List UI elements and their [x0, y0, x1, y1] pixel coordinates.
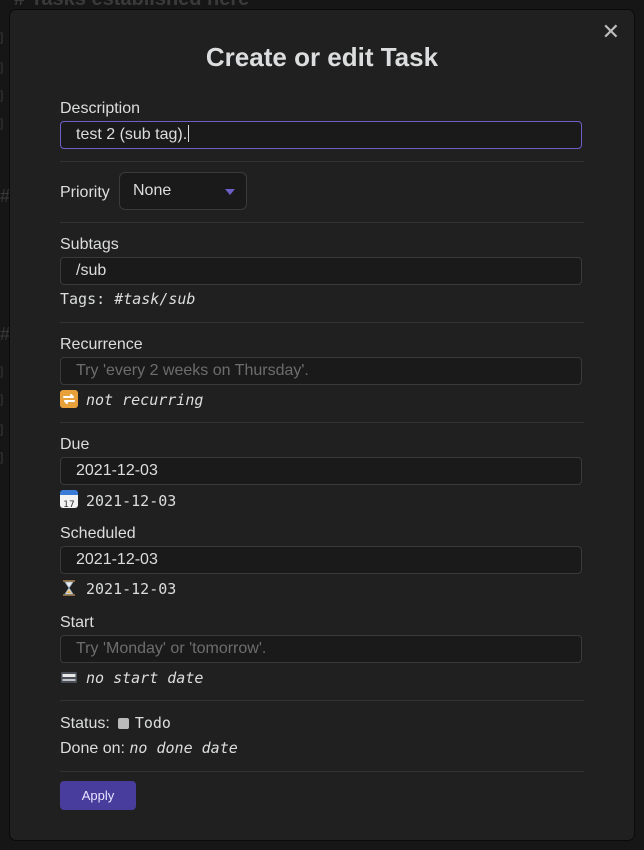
description-label: Description: [60, 100, 141, 117]
divider: [60, 422, 584, 423]
tags-prefix: Tags:: [60, 290, 106, 308]
background-line-mark: #: [0, 186, 11, 206]
tags-info: Tags: #task/sub: [60, 290, 195, 308]
background-line-mark: ]: [0, 88, 4, 102]
done-on-row: Done on: no done date: [60, 739, 238, 758]
start-placeholder: Try 'Monday' or 'tomorrow'.: [76, 640, 267, 657]
priority-selected-value: None: [133, 182, 172, 199]
close-icon[interactable]: ✕: [602, 20, 620, 44]
priority-label: Priority: [60, 184, 110, 201]
background-line-mark: ]: [0, 364, 4, 378]
subtags-label: Subtags: [60, 236, 119, 253]
divider: [60, 222, 584, 223]
done-on-label: Done on:: [60, 740, 125, 757]
start-label: Start: [60, 614, 94, 631]
modal-title: Create or edit Task: [205, 42, 439, 72]
status-row: Status: Todo: [60, 714, 171, 733]
background-line-mark: ]: [0, 60, 4, 74]
done-on-value: no done date: [129, 739, 238, 757]
repeat-icon: [60, 390, 78, 408]
due-label: Due: [60, 436, 90, 453]
task-modal: ✕ Create or edit Task Description test 2…: [10, 10, 634, 840]
tags-value: #task/sub: [114, 290, 196, 308]
svg-text:17: 17: [63, 500, 74, 509]
chevron-down-icon: [225, 189, 235, 195]
departure-icon: [60, 668, 78, 686]
scheduled-input[interactable]: 2021-12-03: [60, 546, 582, 574]
background-line-mark: ]: [0, 392, 4, 406]
status-checkbox[interactable]: [117, 718, 129, 729]
hourglass-icon: [60, 579, 78, 597]
start-info: no start date: [60, 668, 203, 687]
subtags-value: /sub: [76, 262, 107, 279]
divider: [60, 161, 584, 162]
status-label: Status:: [60, 715, 110, 732]
background-line-mark: #: [0, 324, 11, 344]
due-value: 2021-12-03: [76, 462, 158, 479]
recurrence-info: not recurring: [60, 390, 203, 409]
start-info-text: no start date: [86, 669, 204, 687]
scheduled-label: Scheduled: [60, 525, 136, 542]
description-value: test 2 (sub tag).: [76, 126, 188, 143]
calendar-icon: 17: [60, 490, 78, 510]
divider: [60, 322, 584, 323]
background-line-mark: ]: [0, 450, 4, 464]
description-input[interactable]: test 2 (sub tag).: [60, 121, 582, 149]
priority-select[interactable]: None: [119, 172, 247, 210]
divider: [60, 700, 584, 701]
scheduled-info: 2021-12-03: [60, 579, 176, 598]
recurrence-placeholder: Try 'every 2 weeks on Thursday'.: [76, 362, 309, 379]
background-line-mark: ]: [0, 116, 4, 130]
due-info-text: 2021-12-03: [86, 492, 177, 510]
start-input[interactable]: Try 'Monday' or 'tomorrow'.: [60, 635, 582, 663]
recurrence-info-text: not recurring: [86, 391, 204, 409]
apply-button[interactable]: Apply: [60, 781, 136, 810]
background-line-mark: ]: [0, 30, 4, 44]
divider: [60, 771, 584, 772]
subtags-input[interactable]: /sub: [60, 257, 582, 285]
due-input[interactable]: 2021-12-03: [60, 457, 582, 485]
scheduled-info-text: 2021-12-03: [86, 580, 177, 598]
scheduled-value: 2021-12-03: [76, 551, 158, 568]
text-caret: [188, 125, 190, 142]
recurrence-label: Recurrence: [60, 336, 143, 353]
recurrence-input[interactable]: Try 'every 2 weeks on Thursday'.: [60, 357, 582, 385]
status-value: Todo: [134, 714, 171, 732]
background-line-mark: ]: [0, 422, 4, 436]
due-info: 17 2021-12-03: [60, 490, 176, 510]
